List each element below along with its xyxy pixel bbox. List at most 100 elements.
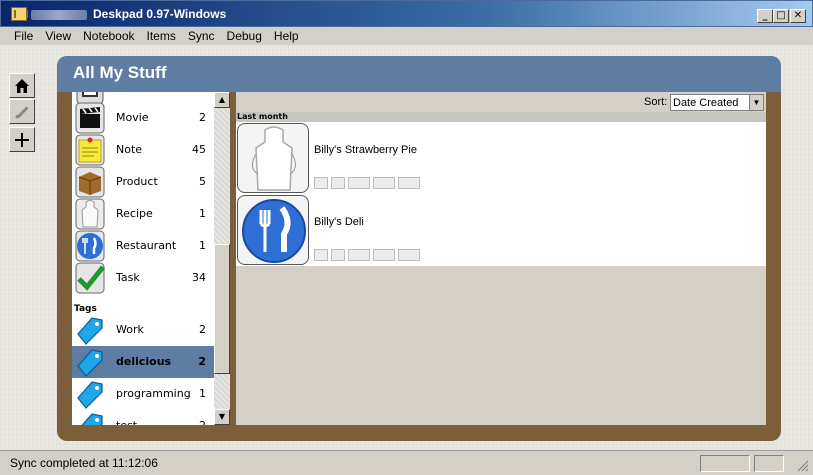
type-label: Recipe	[116, 207, 153, 220]
tag-count: 2	[198, 355, 206, 368]
item-thumbnail	[237, 195, 309, 265]
menu-debug[interactable]: Debug	[221, 27, 268, 45]
tag-count: 2	[186, 419, 206, 425]
type-item-recipe[interactable]: Recipe 1	[72, 198, 214, 230]
type-count: 34	[192, 271, 206, 284]
item-thumbnail	[237, 123, 309, 193]
tag-item-test[interactable]: test 2	[72, 410, 214, 425]
tag-label: test	[116, 419, 137, 425]
window-icon[interactable]	[348, 249, 370, 261]
type-item-note[interactable]: Note 45	[72, 134, 214, 166]
download-icon[interactable]	[331, 177, 345, 189]
tag-icon[interactable]	[373, 177, 395, 189]
item-actions	[314, 177, 420, 189]
group-header: Last month	[236, 112, 766, 122]
type-item-task[interactable]: Task 34	[72, 262, 214, 294]
apron-icon	[252, 126, 296, 191]
tag-item-delicious[interactable]: delicious 2	[72, 346, 214, 378]
menu-sync[interactable]: Sync	[182, 27, 221, 45]
pen-button[interactable]	[9, 99, 35, 124]
tag-item-work[interactable]: Work 2	[72, 314, 214, 346]
add-button[interactable]	[9, 127, 35, 152]
item-actions	[314, 249, 420, 261]
type-count: 2	[199, 111, 206, 124]
item-name: Billy's Deli	[314, 216, 364, 228]
plus-icon	[15, 132, 29, 147]
type-label: Restaurant	[116, 239, 177, 252]
window-icon[interactable]	[348, 177, 370, 189]
type-tag-list: Movie 2 Note 45 Product 5 Recipe 1 Resta…	[72, 92, 214, 425]
paperclip-icon[interactable]	[398, 177, 420, 189]
save-icon[interactable]	[314, 249, 328, 261]
checkmark-icon	[75, 262, 105, 294]
menu-notebook[interactable]: Notebook	[77, 27, 140, 45]
type-count: 5	[199, 175, 206, 188]
list-item[interactable]: Billy's Strawberry Pie	[236, 122, 766, 194]
type-label: Product	[116, 175, 158, 188]
box-icon	[75, 166, 105, 198]
minimize-button[interactable]: _	[757, 9, 773, 23]
tag-label: programming	[116, 387, 191, 400]
tag-icon	[77, 349, 103, 377]
maximize-button[interactable]: □	[773, 9, 789, 23]
close-button[interactable]: ✕	[790, 9, 806, 23]
sticky-note-icon	[75, 134, 105, 166]
menu-items[interactable]: Items	[141, 27, 182, 45]
type-count: 1	[199, 207, 206, 220]
sort-value: Date Created	[673, 97, 739, 109]
title-bar: Deskpad 0.97-Windows _ □ ✕	[0, 0, 813, 27]
paperclip-icon[interactable]	[398, 249, 420, 261]
items-list: Billy's Strawberry Pie Billy's Deli	[236, 122, 766, 266]
download-icon[interactable]	[331, 249, 345, 261]
tag-label: Work	[116, 323, 144, 336]
apron-icon	[75, 198, 105, 230]
scroll-thumb[interactable]	[214, 244, 230, 374]
fork-knife-icon	[242, 199, 306, 263]
home-icon	[15, 78, 29, 93]
clapperboard-icon	[75, 102, 105, 134]
redacted-title-segment	[31, 10, 87, 20]
resize-grip-icon[interactable]	[795, 458, 809, 472]
tag-icon[interactable]	[373, 249, 395, 261]
card-header: All My Stuff	[57, 56, 781, 92]
scroll-up-button[interactable]: ▲	[214, 92, 230, 108]
fork-knife-icon	[75, 230, 105, 262]
scroll-down-button[interactable]: ▼	[214, 409, 230, 425]
status-pane	[754, 455, 784, 472]
type-item-restaurant[interactable]: Restaurant 1	[72, 230, 214, 262]
type-count: 1	[199, 239, 206, 252]
home-button[interactable]	[9, 73, 35, 98]
status-pane	[700, 455, 750, 472]
tags-section-label: Tags	[74, 304, 97, 314]
menu-bar: File View Notebook Items Sync Debug Help	[0, 27, 813, 45]
item-name: Billy's Strawberry Pie	[314, 144, 417, 156]
save-icon[interactable]	[314, 177, 328, 189]
status-bar: Sync completed at 11:12:06	[0, 450, 813, 475]
tag-item-programming[interactable]: programming 1	[72, 378, 214, 410]
type-item-movie[interactable]: Movie 2	[72, 102, 214, 134]
window-title: Deskpad 0.97-Windows	[93, 7, 227, 21]
app-icon	[11, 7, 28, 21]
sort-label: Sort:	[644, 96, 668, 108]
tag-icon	[81, 413, 103, 425]
chevron-down-icon[interactable]: ▼	[749, 95, 763, 110]
tag-label: delicious	[116, 355, 172, 368]
type-item-product[interactable]: Product 5	[72, 166, 214, 198]
tag-icon	[77, 317, 103, 345]
type-label: Movie	[116, 111, 149, 124]
status-text: Sync completed at 11:12:06	[10, 456, 158, 470]
tag-count: 2	[199, 323, 206, 336]
menu-view[interactable]: View	[39, 27, 77, 45]
page-title: All My Stuff	[73, 63, 167, 82]
type-label: Note	[116, 143, 143, 156]
type-count: 45	[192, 143, 206, 156]
type-label: Task	[116, 271, 140, 284]
pen-icon	[15, 105, 29, 119]
tag-count: 1	[199, 387, 206, 400]
menu-file[interactable]: File	[8, 27, 39, 45]
menu-help[interactable]: Help	[268, 27, 305, 45]
group-label: Last month	[237, 112, 288, 121]
sort-select[interactable]: Date Created ▼	[670, 94, 764, 111]
list-item[interactable]: Billy's Deli	[236, 194, 766, 266]
tag-icon	[77, 381, 103, 409]
